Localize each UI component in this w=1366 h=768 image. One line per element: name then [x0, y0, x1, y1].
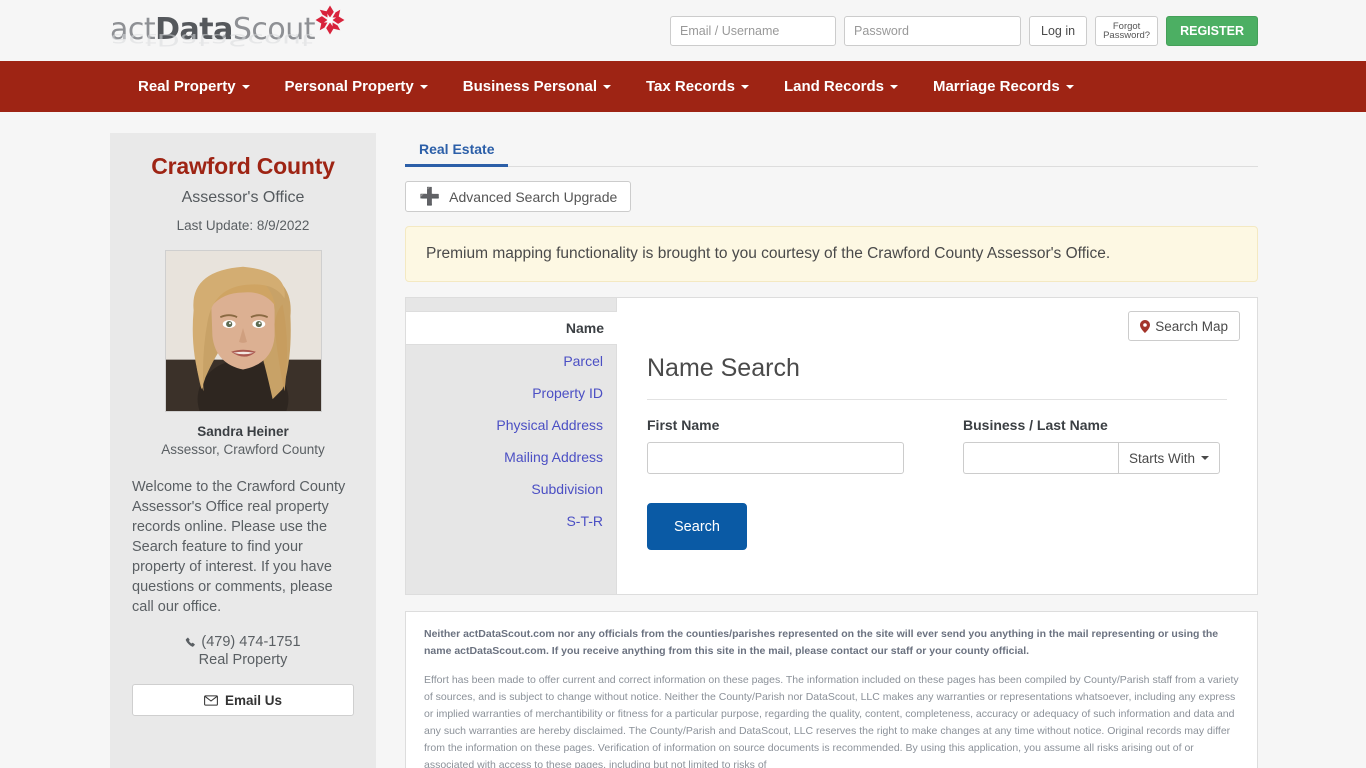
assessor-name: Sandra Heiner	[197, 424, 289, 439]
search-tab-property-id[interactable]: Property ID	[406, 377, 616, 409]
county-sidebar: Crawford County Assessor's Office Last U…	[110, 133, 376, 768]
nav-item-personal-property[interactable]: Personal Property	[285, 78, 428, 95]
nav-label: Personal Property	[284, 78, 414, 95]
register-button[interactable]: REGISTER	[1166, 16, 1258, 46]
chevron-down-icon	[889, 84, 898, 89]
title-divider	[647, 399, 1227, 400]
nav-label: Marriage Records	[932, 78, 1060, 95]
office-subtitle: Assessor's Office	[181, 189, 305, 206]
footer-disclaimer-box: Neither actDataScout.com nor any officia…	[405, 611, 1258, 768]
chevron-down-icon	[1065, 84, 1074, 89]
phone-department: Real Property	[198, 652, 288, 668]
nav-item-tax-records[interactable]: Tax Records	[646, 78, 749, 95]
email-us-button[interactable]: Email Us	[132, 684, 354, 716]
assessor-photo	[164, 250, 322, 412]
phone-icon	[186, 637, 196, 647]
search-tab-physical-address[interactable]: Physical Address	[406, 409, 616, 441]
last-name-input[interactable]	[963, 442, 1118, 474]
login-area: Log in Forgot Password? REGISTER	[670, 16, 1258, 46]
site-logo[interactable]: actDataScout actDataScout	[110, 3, 347, 58]
search-map-label: Search Map	[1155, 318, 1228, 334]
tab-strip: Real Estate	[405, 133, 1258, 167]
search-tab-subdivision[interactable]: Subdivision	[406, 473, 616, 505]
chevron-down-icon	[740, 84, 749, 89]
nav-item-marriage-records[interactable]: Marriage Records	[933, 78, 1074, 95]
name-search-fields: First Name Business / Last Name Starts W…	[647, 417, 1227, 474]
plus-icon: ➕	[419, 187, 441, 206]
phone-number[interactable]: (479) 474-1751	[201, 634, 300, 650]
tab-real-estate[interactable]: Real Estate	[405, 133, 509, 167]
pinwheel-icon	[315, 5, 345, 35]
nav-item-land-records[interactable]: Land Records	[784, 78, 898, 95]
welcome-message: Welcome to the Crawford County Assessor'…	[132, 479, 346, 615]
map-marker-icon	[1140, 319, 1151, 333]
main-content: Real Estate ➕ Advanced Search Upgrade Pr…	[405, 133, 1258, 768]
nav-label: Real Property	[138, 78, 236, 95]
login-button[interactable]: Log in	[1029, 16, 1088, 46]
email-field[interactable]	[670, 16, 837, 46]
page-title: Crawford County	[151, 153, 335, 179]
search-tab-mailing-address[interactable]: Mailing Address	[406, 441, 616, 473]
match-mode-label: Starts With	[1128, 450, 1195, 466]
search-form-pane: Search Map Name Search First Name Busine…	[617, 298, 1257, 594]
nav-item-business-personal[interactable]: Business Personal	[463, 78, 611, 95]
envelope-icon	[204, 694, 218, 706]
search-map-button[interactable]: Search Map	[1128, 311, 1240, 341]
first-name-group: First Name	[647, 417, 904, 474]
nav-item-real-property[interactable]: Real Property	[138, 78, 250, 95]
premium-mapping-alert: Premium mapping functionality is brought…	[405, 226, 1258, 282]
phone-line: (479) 474-1751	[132, 634, 354, 650]
chevron-down-icon	[419, 84, 428, 89]
main-navigation: Real Property Personal Property Business…	[0, 61, 1366, 112]
search-tab-str[interactable]: S-T-R	[406, 505, 616, 537]
top-bar: actDataScout actDataScout Log in Forgot …	[0, 0, 1366, 61]
chevron-down-icon	[603, 84, 611, 89]
page-body: Crawford County Assessor's Office Last U…	[0, 112, 1366, 768]
match-mode-dropdown[interactable]: Starts With	[1117, 442, 1220, 474]
chevron-down-icon	[1201, 456, 1209, 460]
first-name-label: First Name	[647, 417, 720, 433]
logo-reflection: actDataScout	[110, 29, 313, 49]
nav-label: Tax Records	[646, 78, 735, 95]
email-us-label: Email Us	[224, 692, 283, 708]
footer-disclaimer-text: Effort has been made to offer current an…	[424, 674, 1239, 768]
password-field[interactable]	[844, 16, 1022, 46]
advanced-search-upgrade-label: Advanced Search Upgrade	[449, 188, 618, 205]
chevron-down-icon	[241, 84, 250, 89]
advanced-search-upgrade-button[interactable]: ➕ Advanced Search Upgrade	[405, 181, 632, 212]
search-button[interactable]: Search	[647, 503, 747, 550]
search-type-tabs: Name Parcel Property ID Physical Address…	[406, 298, 617, 594]
footer-warning-text: Neither actDataScout.com nor any officia…	[424, 628, 1219, 657]
nav-label: Business Personal	[462, 78, 597, 95]
forgot-password-button[interactable]: Forgot Password?	[1095, 16, 1159, 46]
nav-label: Land Records	[783, 78, 884, 95]
last-update-text: Last Update: 8/9/2022	[176, 218, 310, 233]
first-name-input[interactable]	[647, 442, 904, 474]
last-name-group: Business / Last Name Starts With	[963, 417, 1220, 474]
last-name-label: Business / Last Name	[963, 417, 1108, 433]
search-tab-parcel[interactable]: Parcel	[406, 345, 616, 377]
forgot-password-line2: Password?	[1103, 30, 1151, 41]
search-form-title: Name Search	[647, 354, 800, 382]
search-tab-name[interactable]: Name	[406, 311, 617, 345]
last-name-input-group: Starts With	[963, 442, 1220, 474]
assessor-title: Assessor, Crawford County	[161, 442, 325, 457]
search-panel: Name Parcel Property ID Physical Address…	[405, 297, 1258, 595]
portrait-illustration	[165, 251, 321, 411]
